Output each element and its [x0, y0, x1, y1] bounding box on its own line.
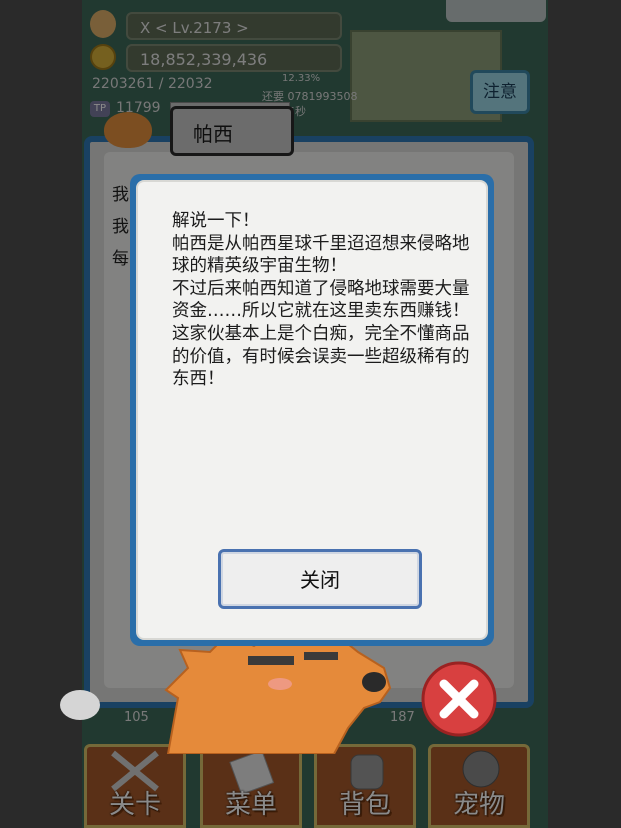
- info-dialog-body: 解说一下！ 帕西是从帕西星球千里迢迢想来侵略地球的精英级宇宙生物！ 不过后来帕西…: [136, 180, 488, 640]
- dialog-paragraph: 解说一下！: [172, 211, 260, 231]
- info-dialog: 解说一下！ 帕西是从帕西星球千里迢迢想来侵略地球的精英级宇宙生物！ 不过后来帕西…: [130, 174, 494, 646]
- pashi-character: [164, 628, 392, 754]
- dialog-paragraph: 这家伙基本上是个白痴，完全不懂商品的价值，有时候会误卖一些超级稀有的东西！: [172, 323, 470, 390]
- close-button[interactable]: 关闭: [218, 549, 422, 609]
- close-x-button[interactable]: [420, 660, 498, 738]
- dialog-paragraph: 帕西是从帕西星球千里迢迢想来侵略地球的精英级宇宙生物！: [172, 233, 470, 277]
- dialog-text: 解说一下！ 帕西是从帕西星球千里迢迢想来侵略地球的精英级宇宙生物！ 不过后来帕西…: [172, 210, 472, 391]
- dialog-paragraph: 不过后来帕西知道了侵略地球需要大量资金……所以它就在这里卖东西赚钱！: [172, 278, 470, 322]
- cloud-puff: [60, 690, 100, 720]
